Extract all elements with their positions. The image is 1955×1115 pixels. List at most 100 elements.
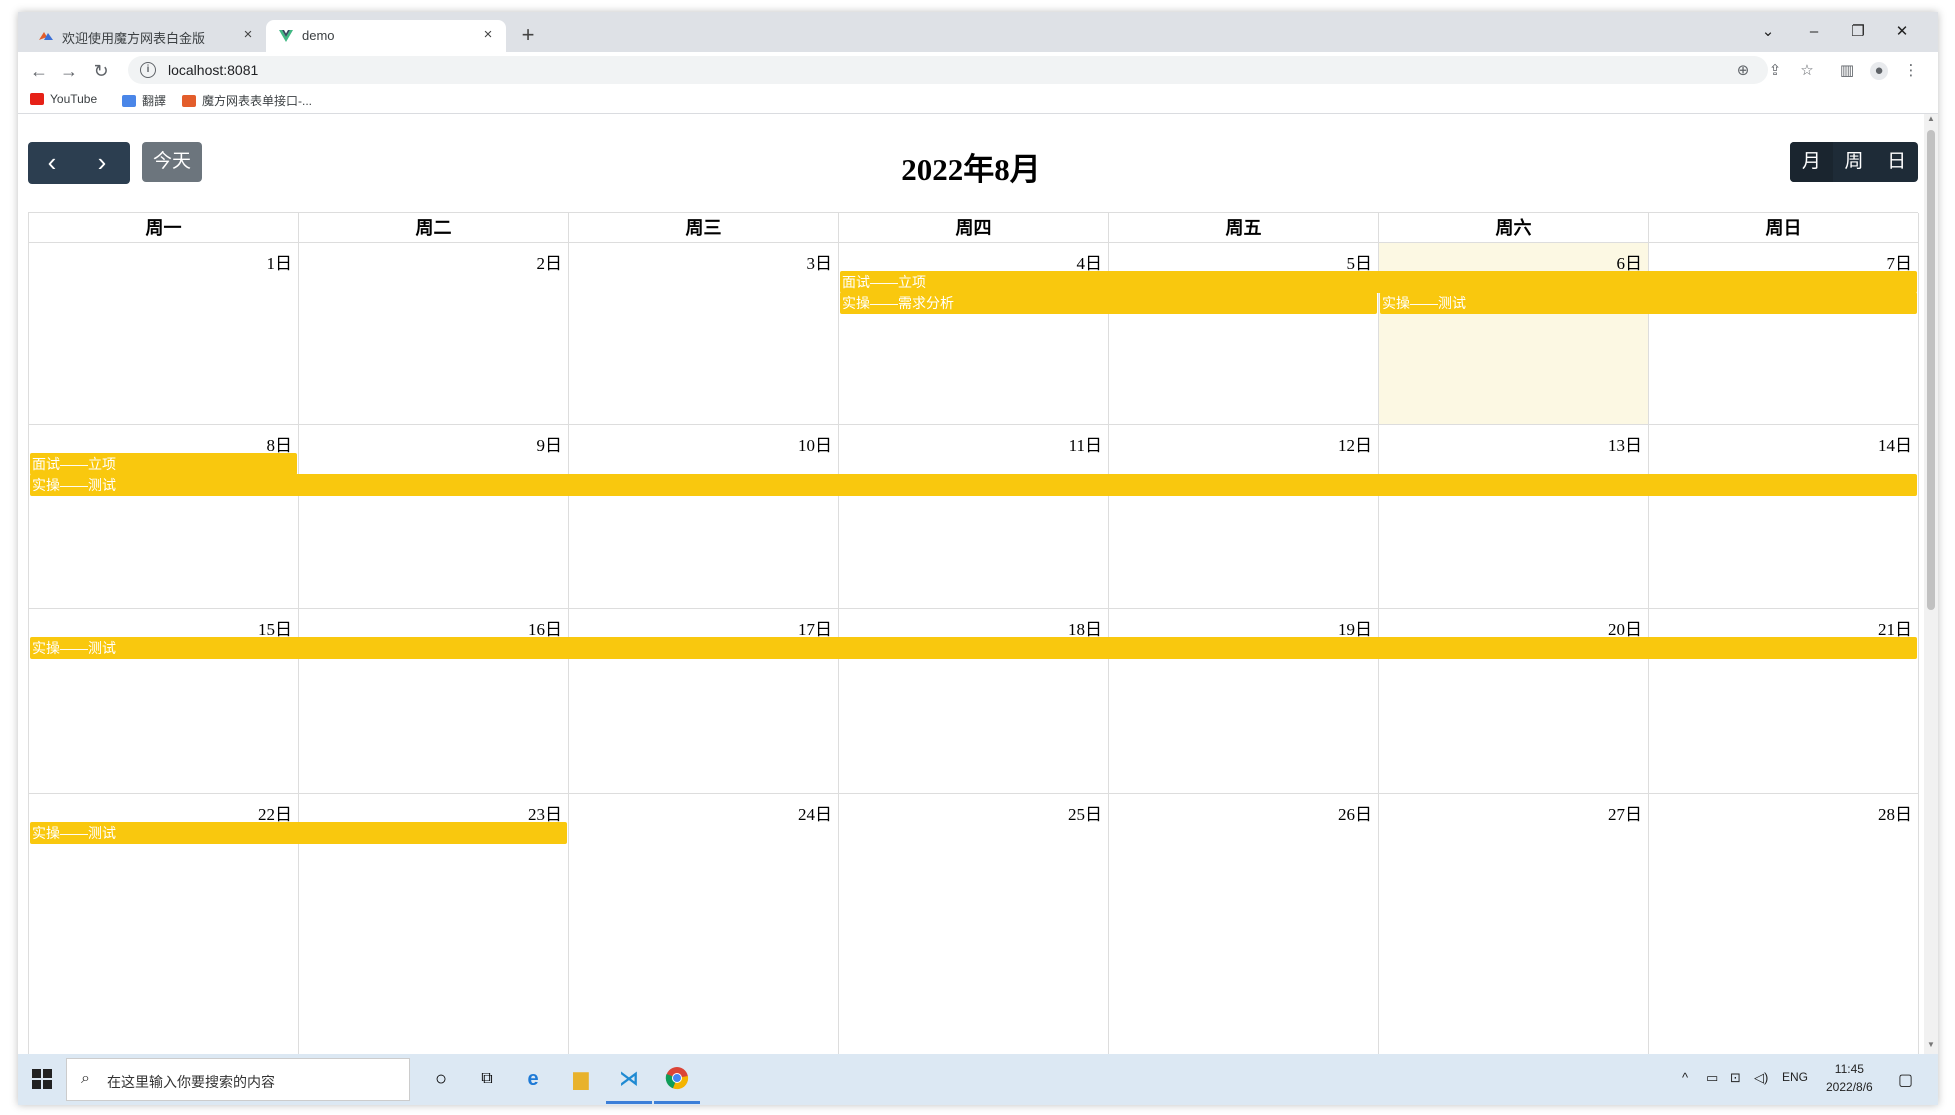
tray-chevron-icon[interactable]: ^ [1682,1070,1688,1085]
tab-demo[interactable]: demo × [266,20,506,52]
zoom-icon[interactable]: ⊕ [1734,62,1752,80]
day-number[interactable]: 26日 [1338,800,1372,825]
day-cell[interactable]: 24日 [569,794,839,1054]
day-number[interactable]: 10日 [798,431,832,456]
day-number[interactable]: 27日 [1608,800,1642,825]
url-text[interactable]: localhost:8081 [168,62,258,78]
close-window-icon[interactable]: ✕ [1890,22,1914,42]
weekday-header: 周六 [1379,213,1649,243]
bookmark-youtube[interactable]: YouTube [30,92,97,106]
day-cell[interactable]: 11日 [839,425,1109,609]
tab-mofang[interactable]: 欢迎使用魔方网表白金版 × [26,20,266,52]
bookmark-mofang-api[interactable]: 魔方网表表单接口-... [182,92,312,109]
day-number[interactable]: 25日 [1068,800,1102,825]
bookmark-translate[interactable]: 翻譯 [122,92,166,109]
day-number[interactable]: 13日 [1608,431,1642,456]
bookmark-label: YouTube [50,92,98,106]
day-cell[interactable]: 25日 [839,794,1109,1054]
battery-icon[interactable]: ▭ [1706,1070,1718,1086]
file-explorer-icon[interactable]: ▆ [568,1066,594,1092]
profile-icon[interactable]: ● [1870,62,1888,80]
view-month-button[interactable]: 月 [1790,142,1833,182]
mofang-icon [182,95,196,107]
task-view-icon[interactable]: ⧉ [474,1066,500,1092]
forward-icon[interactable]: → [58,60,80,82]
menu-icon[interactable]: ⋮ [1902,62,1920,80]
new-tab-button[interactable]: + [516,24,540,48]
calendar-event[interactable]: 实操——测试 [1380,292,1917,314]
share-icon[interactable]: ⇪ [1766,62,1784,80]
day-number[interactable]: 9日 [537,431,563,456]
cortana-icon[interactable]: ○ [428,1066,454,1092]
clock-time: 11:45 [1834,1062,1864,1076]
calendar-event[interactable]: 面试——立项 [30,453,297,475]
bookmark-label: 魔方网表表单接口-... [202,94,312,108]
windows-start-icon[interactable] [32,1069,52,1089]
calendar-page: ‹ › 今天 2022年8月 月 周 日 周一 周二 周三 周四 周五 周六 周日 1日 2日 3… [18,114,1924,1054]
system-clock[interactable]: 11:45 2022/8/6 [1826,1060,1873,1096]
day-number[interactable]: 14日 [1878,431,1912,456]
search-icon: ⌕ [81,1070,90,1087]
edge-icon[interactable]: e [520,1066,546,1092]
day-cell[interactable]: 2日 [299,243,569,425]
weekday-header: 周一 [29,213,299,243]
calendar-event[interactable]: 实操——测试 [30,637,1917,659]
scroll-up-icon[interactable]: ▲ [1924,114,1938,128]
restore-icon[interactable]: ❐ [1846,22,1870,42]
calendar-event[interactable]: 实操——测试 [30,822,567,844]
volume-icon[interactable]: ◁) [1754,1070,1768,1086]
bookmarks-bar: YouTube 翻譯 魔方网表表单接口-... [18,88,1938,114]
view-week-button[interactable]: 周 [1833,142,1876,182]
browser-window: 欢迎使用魔方网表白金版 × demo × + ⌄ – ❐ ✕ ← → ↻ i l… [18,12,1938,1105]
calendar-event[interactable]: 面试——立项 [840,271,1917,293]
bookmark-star-icon[interactable]: ☆ [1798,62,1816,80]
close-tab-icon[interactable]: × [478,25,498,45]
vscode-icon[interactable]: ⋊ [616,1066,642,1092]
minimize-icon[interactable]: – [1802,22,1826,42]
taskbar-search-box[interactable]: ⌕ 在这里输入你要搜索的内容 [66,1058,410,1101]
day-cell[interactable]: 9日 [299,425,569,609]
language-indicator[interactable]: ENG [1782,1070,1808,1084]
address-bar[interactable]: i localhost:8081 [128,56,1768,84]
calendar-event[interactable]: 实操——需求分析 [840,292,1377,314]
close-tab-icon[interactable]: × [238,25,258,45]
windows-taskbar: ⌕ 在这里输入你要搜索的内容 ○ ⧉ e ▆ ⋊ ^ ▭ ⊡ ◁) ENG 11… [18,1054,1938,1105]
scroll-down-icon[interactable]: ▼ [1924,1040,1938,1054]
day-cell[interactable]: 10日 [569,425,839,609]
back-icon[interactable]: ← [28,60,50,82]
day-cell[interactable]: 28日 [1649,794,1919,1054]
day-number[interactable]: 2日 [537,249,563,274]
calendar-event[interactable]: 实操——测试 [30,474,1917,496]
taskbar-search-placeholder[interactable]: 在这里输入你要搜索的内容 [107,1072,275,1092]
chrome-icon[interactable] [664,1066,690,1092]
network-icon[interactable]: ⊡ [1730,1070,1741,1086]
vscode-active-indicator [606,1101,652,1104]
reload-icon[interactable]: ↻ [90,60,112,82]
day-cell[interactable]: 27日 [1379,794,1649,1054]
bookmark-label: 翻譯 [142,94,167,108]
day-cell[interactable]: 26日 [1109,794,1379,1054]
notification-icon[interactable]: ▢ [1898,1070,1913,1090]
site-info-icon[interactable]: i [140,62,156,78]
view-switcher: 月 周 日 [1790,142,1918,182]
page-scrollbar[interactable]: ▲ ▼ [1924,114,1938,1054]
browser-toolbar: ← → ↻ i localhost:8081 ⊕ ⇪ ☆ ▥ ● ⋮ [18,52,1938,88]
scroll-thumb[interactable] [1927,130,1935,610]
day-cell[interactable]: 12日 [1109,425,1379,609]
day-cell[interactable]: 14日 [1649,425,1919,609]
day-number[interactable]: 1日 [267,249,293,274]
day-cell[interactable]: 3日 [569,243,839,425]
day-cell[interactable]: 13日 [1379,425,1649,609]
day-number[interactable]: 28日 [1878,800,1912,825]
day-number[interactable]: 24日 [798,800,832,825]
view-day-button[interactable]: 日 [1875,142,1918,182]
day-number[interactable]: 11日 [1069,431,1102,456]
weekday-header: 周四 [839,213,1109,243]
day-number[interactable]: 12日 [1338,431,1372,456]
day-number[interactable]: 3日 [807,249,833,274]
tab-search-icon[interactable]: ⌄ [1756,22,1780,42]
tab-title: demo [302,28,335,43]
weekday-header: 周二 [299,213,569,243]
side-panel-icon[interactable]: ▥ [1838,62,1856,80]
day-cell[interactable]: 1日 [29,243,299,425]
